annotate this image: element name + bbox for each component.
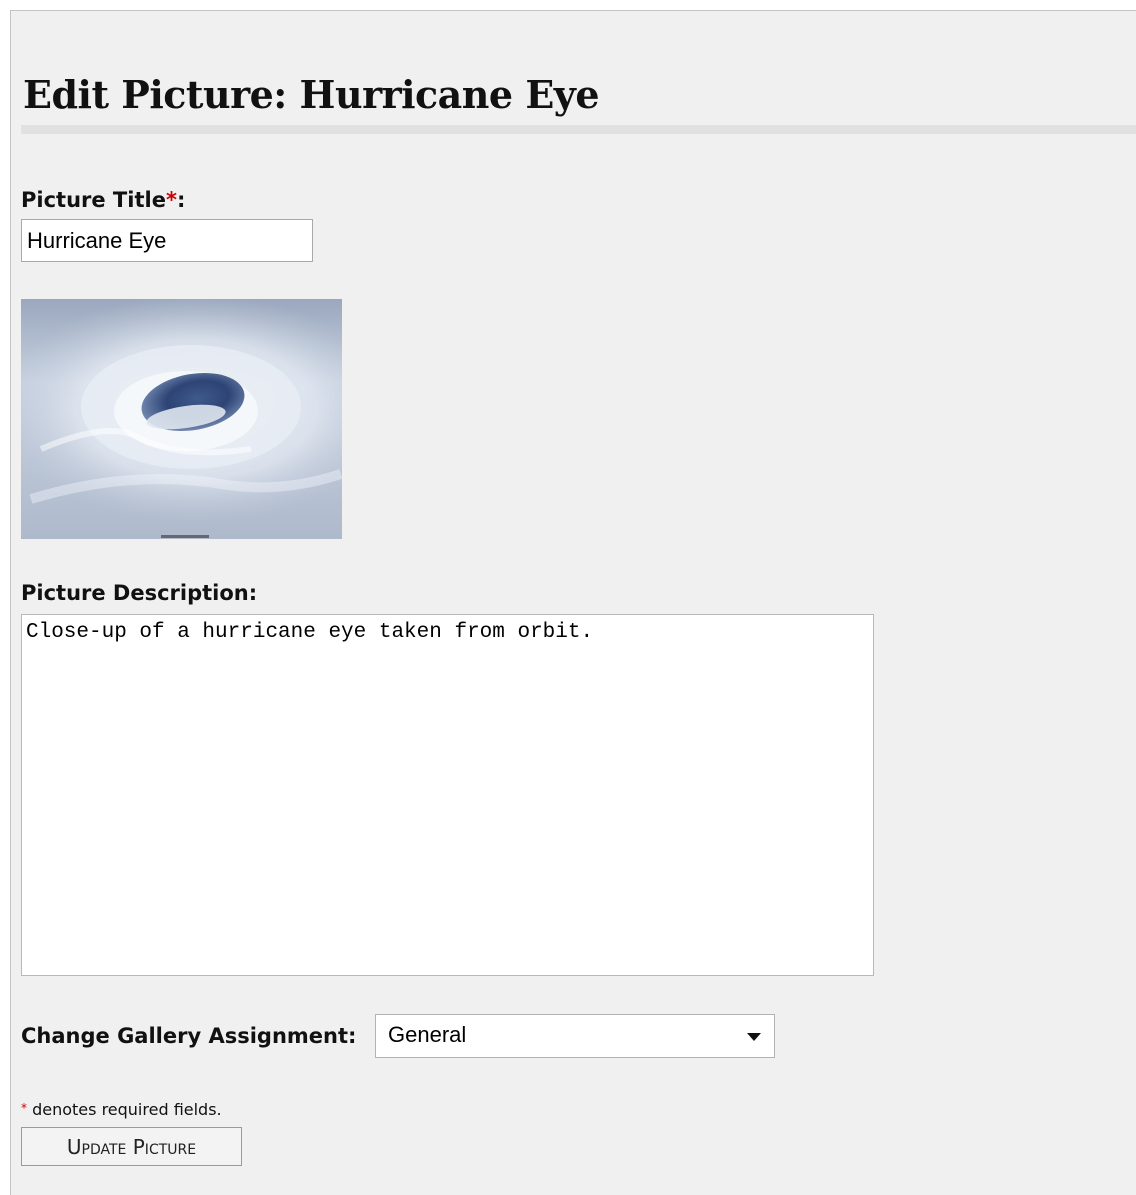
picture-title-input[interactable] <box>21 219 313 262</box>
picture-description-textarea[interactable]: Close-up of a hurricane eye taken from o… <box>21 614 874 976</box>
gallery-select[interactable]: General <box>375 1014 775 1058</box>
picture-thumbnail <box>21 299 342 539</box>
gallery-assignment-label: Change Gallery Assignment: <box>21 1024 357 1048</box>
picture-title-label: Picture Title*: <box>21 187 185 213</box>
required-fields-note: * denotes required fields. <box>21 1098 222 1120</box>
picture-description-label: Picture Description: <box>21 581 258 605</box>
content-panel: Edit Picture: Hurricane Eye Picture Titl… <box>10 10 1136 1195</box>
picture-title-label-text: Picture Title <box>21 188 166 212</box>
label-colon: : <box>176 188 186 212</box>
dropdown-arrow-icon[interactable] <box>742 1024 766 1048</box>
required-note-marker: * <box>21 1101 27 1115</box>
gallery-select-value: General <box>388 1022 467 1047</box>
required-marker: * <box>165 188 177 212</box>
page-title: Edit Picture: Hurricane Eye <box>23 72 600 117</box>
title-divider <box>21 125 1136 134</box>
update-picture-button[interactable]: Update Picture <box>21 1127 242 1166</box>
required-note-text: denotes required fields. <box>32 1100 222 1119</box>
